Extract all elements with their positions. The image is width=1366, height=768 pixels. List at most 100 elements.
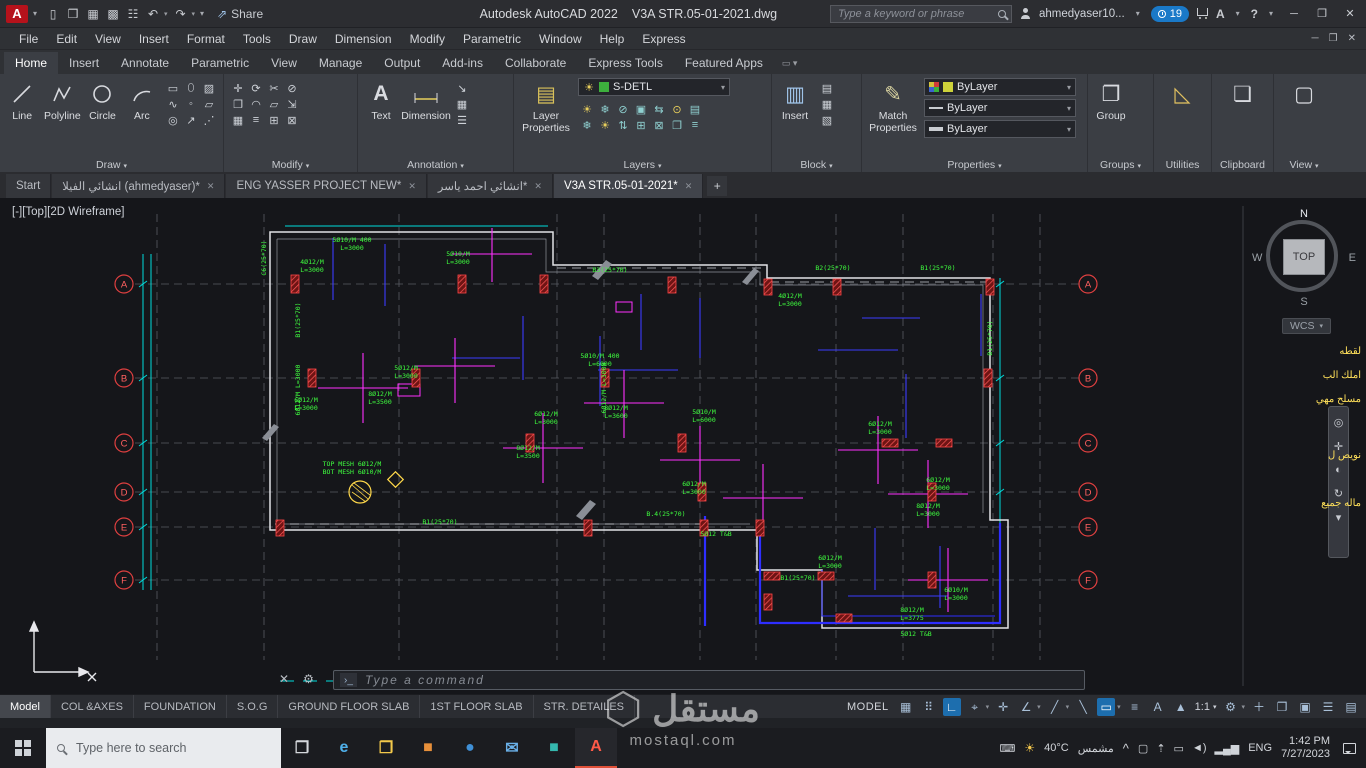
app-icon-blue[interactable]: ● (449, 728, 491, 768)
menu-draw[interactable]: Draw (280, 32, 326, 46)
autocad-logo[interactable]: A (6, 4, 28, 23)
close-tab-icon[interactable]: ✕ (207, 181, 215, 192)
object-color-dropdown[interactable]: ByLayer ▾ (924, 78, 1076, 96)
file-tab[interactable]: انشائي احمد ياسر* ✕ (427, 174, 553, 198)
user-avatar-icon[interactable] (1020, 8, 1031, 19)
line-tool[interactable]: Line (5, 78, 39, 122)
file-tab[interactable]: V3A STR.05-01-2021* ✕ (553, 174, 704, 198)
hardware-acceleration-icon[interactable]: ❐ (1273, 698, 1291, 716)
user-name[interactable]: ahmedyaser10... (1039, 8, 1125, 20)
network-icon[interactable]: ▂▄▆ (1215, 742, 1240, 755)
text-style-icon[interactable]: ☰ (453, 112, 471, 128)
redo-icon-caret[interactable]: ▾ (192, 10, 196, 18)
panel-label-view[interactable]: View ▾ (1274, 159, 1334, 171)
arc-tool[interactable]: Arc (125, 78, 159, 122)
annotation-autoscale-icon[interactable]: ▲ (1172, 698, 1190, 716)
layer-walk-icon[interactable]: ⊙ (668, 101, 686, 117)
grid-icon[interactable]: ▦ (897, 698, 915, 716)
new-file-icon[interactable]: ▯ (44, 7, 62, 21)
save-as-icon[interactable]: ▩ (104, 7, 122, 21)
app-icon-teal[interactable]: ■ (533, 728, 575, 768)
insert-block-button[interactable]: ▥ Insert (777, 78, 813, 123)
lineweight-dropdown[interactable]: ByLayer ▾ (924, 120, 1076, 138)
dimension-tool[interactable]: Dimension (401, 78, 451, 122)
layer-off-icon[interactable]: ☀ (578, 101, 596, 117)
circle-tool[interactable]: Circle (85, 78, 119, 122)
close-tab-icon[interactable]: ✕ (408, 181, 416, 192)
rotate-icon[interactable]: ⟳ (247, 80, 265, 96)
start-button[interactable] (0, 728, 46, 768)
ribbon-tab-manage[interactable]: Manage (308, 52, 373, 74)
close-tab-icon[interactable]: ✕ (685, 181, 693, 192)
doc-minimize-button[interactable]: ─ (1312, 33, 1319, 44)
menu-format[interactable]: Format (178, 32, 234, 46)
isolate-objects-icon[interactable]: ＋ (1250, 698, 1268, 716)
panel-label-layers[interactable]: Layers ▾ (514, 159, 771, 171)
viewcube-south[interactable]: S (1300, 296, 1307, 308)
layer-delete-icon[interactable]: ⊠ (650, 117, 668, 133)
copy-icon[interactable]: ❐ (229, 96, 247, 112)
point-icon[interactable]: ◦ (182, 96, 200, 112)
linetype-dropdown[interactable]: ByLayer ▾ (924, 99, 1076, 117)
fillet-icon[interactable]: ◠ (247, 96, 265, 112)
panel-dock-icon[interactable]: ▤ (1342, 698, 1360, 716)
object-snap-icon-caret[interactable]: ▾ (1117, 703, 1121, 711)
customization-gear-icon[interactable]: ⚙ (1221, 698, 1239, 716)
weather-description[interactable]: مشمس (1078, 742, 1114, 755)
task-view-icon[interactable]: ❐ (281, 728, 323, 768)
search-icon[interactable] (998, 9, 1007, 18)
layer-unlock-icon[interactable]: ☀ (596, 117, 614, 133)
polar-tracking-icon-caret[interactable]: ▾ (1037, 703, 1041, 711)
menu-express[interactable]: Express (633, 32, 694, 46)
layout-tab-1st-floor-slab[interactable]: 1ST FLOOR SLAB (420, 695, 534, 718)
file-explorer-icon[interactable]: ❒ (365, 728, 407, 768)
taskbar-search-input[interactable] (74, 740, 270, 756)
language-indicator[interactable]: ENG (1248, 742, 1272, 754)
hatch-icon[interactable]: ▨ (200, 80, 218, 96)
annotation-scale-control[interactable]: 1:1 ▾ (1195, 701, 1217, 713)
panel-label-block[interactable]: Block ▾ (772, 159, 861, 171)
doc-restore-button[interactable]: ❐ (1329, 33, 1338, 44)
app-icon-orange[interactable]: ■ (407, 728, 449, 768)
viewcube-top-face[interactable]: TOP (1283, 239, 1325, 275)
viewcube-west[interactable]: W (1252, 252, 1262, 264)
dynamic-input-icon-caret[interactable]: ▾ (986, 703, 990, 711)
panel-label-groups[interactable]: Groups ▾ (1088, 159, 1153, 171)
command-customize-icon[interactable]: ⚙ (303, 672, 314, 686)
view-button[interactable]: ▢ (1286, 78, 1322, 110)
layer-thaw-icon[interactable]: ❄ (578, 117, 596, 133)
viewcube[interactable]: TOP N S W E (1252, 208, 1356, 308)
ribbon-collapse-icon[interactable]: ▭ ▾ (782, 58, 798, 74)
edge-icon[interactable]: e (323, 728, 365, 768)
menu-edit[interactable]: Edit (47, 32, 86, 46)
layer-freeze-icon[interactable]: ❄ (596, 101, 614, 117)
display-cast-icon[interactable]: ▢ (1138, 742, 1148, 755)
help-search-input[interactable] (836, 6, 994, 21)
autocad-icon[interactable]: A (575, 728, 617, 768)
ribbon-tab-insert[interactable]: Insert (58, 52, 110, 74)
menu-icon[interactable]: ☰ (1319, 698, 1337, 716)
close-button[interactable]: ✕ (1340, 7, 1360, 20)
ribbon-tab-collaborate[interactable]: Collaborate (494, 52, 577, 74)
ribbon-tab-parametric[interactable]: Parametric (180, 52, 260, 74)
object-snap-tracking-icon[interactable]: ╲ (1074, 698, 1092, 716)
redo-icon[interactable]: ↷ (172, 7, 190, 21)
menu-file[interactable]: File (10, 32, 47, 46)
undo-icon[interactable]: ↶ (144, 7, 162, 21)
customization-gear-icon-caret[interactable]: ▾ (1241, 703, 1245, 711)
hidden-icons-chevron[interactable]: ^ (1123, 741, 1129, 756)
construction-line-icon[interactable]: ⋰ (200, 112, 218, 128)
lineweight-icon[interactable]: ≡ (1126, 698, 1144, 716)
ribbon-tab-express-tools[interactable]: Express Tools (577, 52, 673, 74)
viewcube-north[interactable]: N (1300, 208, 1308, 220)
notification-center-icon[interactable] (1343, 742, 1356, 754)
edit-block-icon[interactable]: ▦ (818, 96, 836, 112)
layout-tab-str-detailes[interactable]: STR. DETAILES (534, 695, 636, 718)
file-tab[interactable]: انشائي الفيلا (ahmedyaser)* ✕ (52, 174, 226, 198)
scale-icon[interactable]: ⊠ (283, 112, 301, 128)
snap-mode-icon[interactable]: ⠿ (920, 698, 938, 716)
rectangle-icon[interactable]: ▭ (164, 80, 182, 96)
layout-tab-ground-floor-slab[interactable]: GROUND FLOOR SLAB (278, 695, 421, 718)
undo-icon-caret[interactable]: ▾ (164, 10, 168, 18)
viewcube-east[interactable]: E (1349, 252, 1356, 264)
